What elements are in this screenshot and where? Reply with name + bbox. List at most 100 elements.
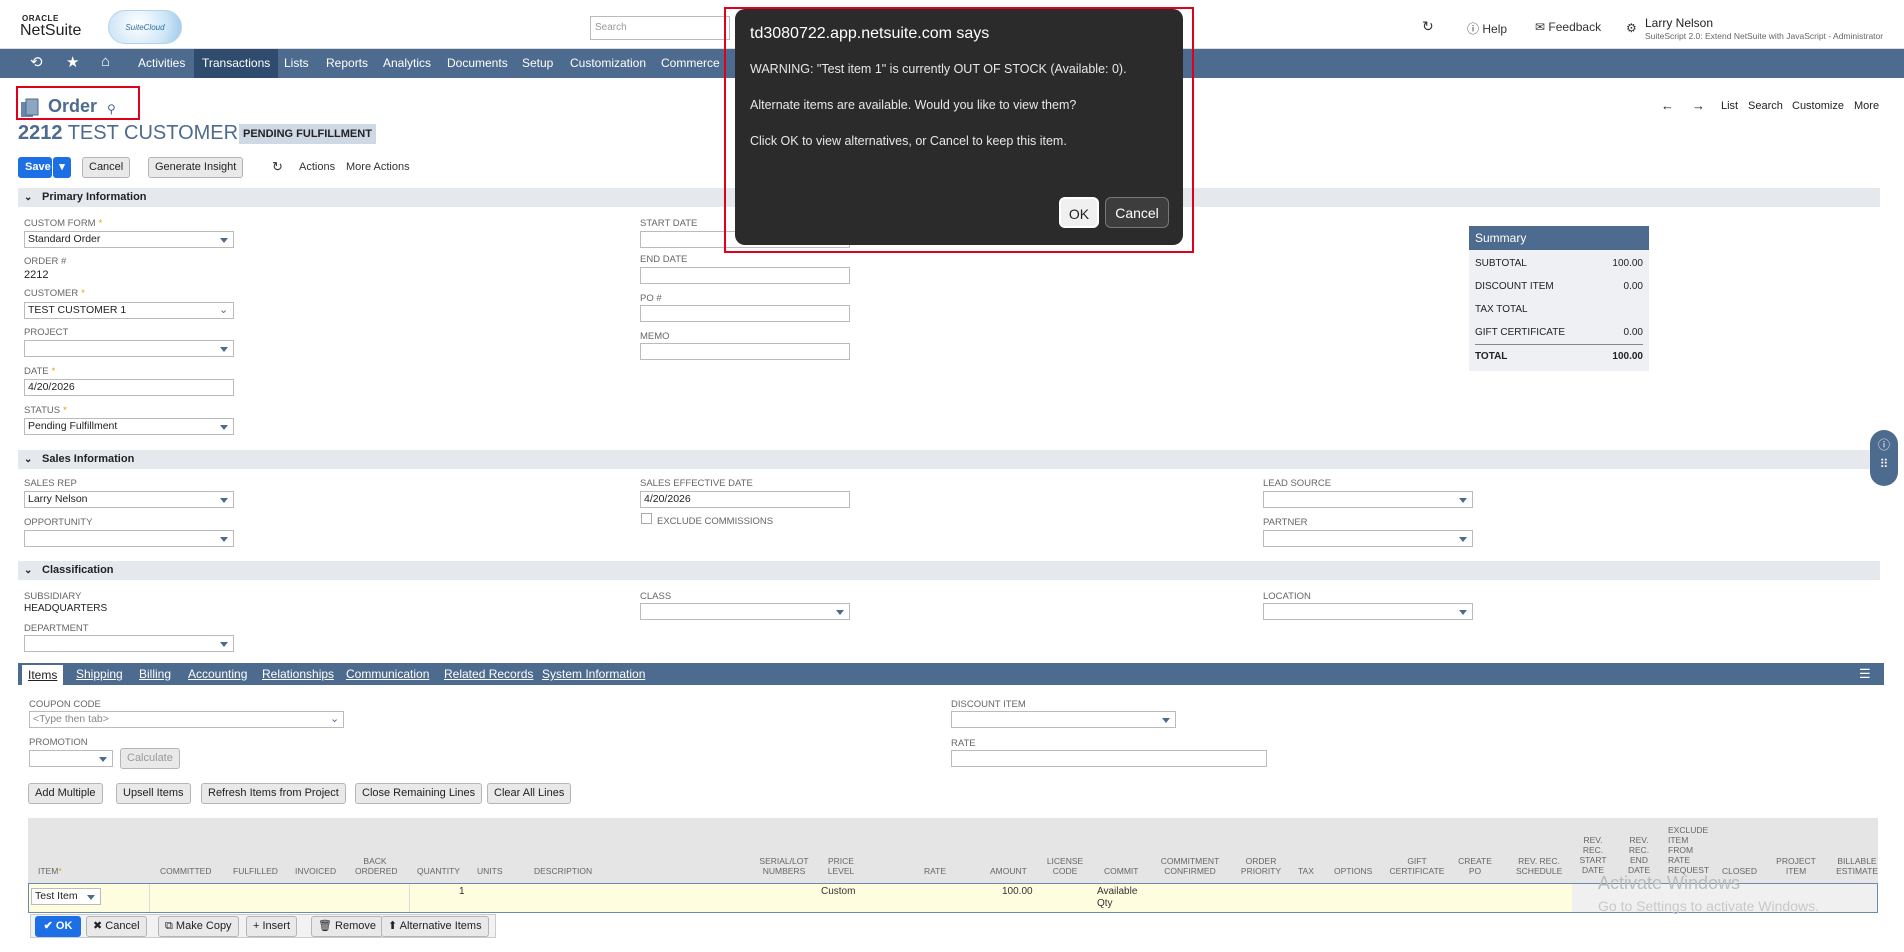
nav-setup[interactable]: Setup — [514, 49, 561, 78]
nav-commerce[interactable]: Commerce — [653, 49, 728, 78]
column-header: INVOICED — [295, 866, 337, 876]
section-classification[interactable]: ⌄ Classification — [18, 561, 1880, 580]
promotion-select[interactable] — [29, 750, 113, 767]
nav-documents[interactable]: Documents — [439, 49, 516, 78]
section-sales-information[interactable]: ⌄ Sales Information — [18, 450, 1880, 469]
help-link[interactable]: ⓘ Help — [1467, 20, 1507, 37]
discount-item-select[interactable] — [951, 711, 1176, 728]
alternative-items-button[interactable]: ⬆ Alternative Items — [381, 916, 489, 937]
tab-accounting[interactable]: Accounting — [188, 663, 247, 685]
user-name[interactable]: Larry Nelson — [1645, 16, 1713, 30]
tab-shipping[interactable]: Shipping — [76, 663, 123, 685]
order-number-label: ORDER # — [24, 256, 67, 267]
calculate-button[interactable]: Calculate — [120, 748, 180, 769]
recent-icon[interactable]: ⟲ — [30, 53, 43, 71]
column-header: BACK ORDERED — [355, 856, 398, 876]
end-date-input[interactable] — [640, 267, 850, 284]
summary-row: SUBTOTAL 100.00 — [1475, 258, 1643, 269]
netsuite-logo[interactable]: NetSuite — [20, 22, 81, 40]
global-search-input[interactable]: Search — [590, 16, 730, 40]
memo-input[interactable] — [640, 343, 850, 360]
po-label: PO # — [640, 293, 662, 304]
class-select[interactable] — [640, 603, 850, 620]
recent-records-icon[interactable]: ↻ — [1422, 18, 1434, 35]
feedback-link[interactable]: ✉ Feedback — [1535, 20, 1601, 34]
add-multiple-button[interactable]: Add Multiple — [28, 783, 103, 804]
department-select[interactable] — [24, 635, 234, 652]
date-input[interactable]: 4/20/2026 — [24, 379, 234, 396]
tab-layout-menu-icon[interactable]: ☰ — [1859, 666, 1871, 682]
home-icon[interactable]: ⌂ — [101, 53, 110, 70]
tab-system-information[interactable]: System Information — [542, 663, 645, 685]
tab-related-records[interactable]: Related Records — [444, 663, 533, 685]
nav-customization[interactable]: Customization — [562, 49, 654, 78]
project-select[interactable] — [24, 340, 234, 357]
custom-form-select[interactable]: Standard Order — [24, 231, 234, 248]
actions-menu[interactable]: Actions — [299, 161, 335, 173]
item-select[interactable]: Test Item — [31, 888, 101, 905]
previous-record-arrow-icon[interactable]: ← — [1661, 98, 1674, 113]
location-select[interactable] — [1263, 603, 1473, 620]
opportunity-select[interactable] — [24, 530, 234, 547]
dialog-cancel-button[interactable]: Cancel — [1105, 197, 1169, 228]
list-link[interactable]: List — [1721, 100, 1738, 112]
close-remaining-lines-button[interactable]: Close Remaining Lines — [355, 783, 483, 804]
status-select[interactable]: Pending Fulfillment — [24, 418, 234, 435]
customer-select[interactable]: TEST CUSTOMER 1 — [24, 302, 234, 319]
role-switch-icon[interactable]: ⚙ — [1626, 21, 1637, 35]
row-cancel-button[interactable]: ✖ Cancel — [86, 916, 147, 937]
coupon-code-input[interactable]: <Type then tab> — [29, 711, 344, 728]
title-search-icon[interactable]: ⚲ — [107, 102, 116, 116]
dialog-ok-button[interactable]: OK — [1059, 197, 1099, 228]
sales-rep-select[interactable]: Larry Nelson — [24, 491, 234, 508]
customer-double-chevron-icon[interactable]: ⌄ — [219, 303, 228, 316]
price-level-cell[interactable]: Custom — [821, 886, 855, 897]
save-button[interactable]: Save — [18, 157, 52, 178]
tab-billing[interactable]: Billing — [139, 663, 171, 685]
column-header: ORDER PRIORITY — [1240, 856, 1282, 876]
rate-label: RATE — [951, 738, 976, 749]
amount-cell[interactable]: 100.00 — [1002, 886, 1033, 897]
nav-activities[interactable]: Activities — [130, 49, 193, 78]
sales-effective-date-input[interactable]: 4/20/2026 — [640, 491, 850, 508]
po-input[interactable] — [640, 305, 850, 322]
favorites-star-icon[interactable]: ★ — [66, 53, 79, 71]
refresh-icon[interactable]: ↻ — [272, 159, 283, 175]
lead-source-select[interactable] — [1263, 491, 1473, 508]
activate-windows-watermark: Activate Windows — [1598, 873, 1741, 893]
nav-lists[interactable]: Lists — [276, 49, 317, 78]
row-ok-button[interactable]: ✔ OK — [35, 916, 81, 937]
rate-input[interactable] — [951, 750, 1267, 767]
column-header: EXCLUDE ITEM FROM RATE REQUEST — [1668, 825, 1710, 875]
status-badge: PENDING FULFILLMENT — [239, 124, 376, 144]
more-link[interactable]: More — [1854, 100, 1879, 112]
generate-insight-button[interactable]: Generate Insight — [148, 157, 244, 178]
upsell-items-button[interactable]: Upsell Items — [116, 783, 191, 804]
save-options-chevron-icon[interactable]: ▾ — [53, 157, 71, 178]
commit-cell[interactable]: Available Qty — [1097, 886, 1145, 910]
partner-select[interactable] — [1263, 530, 1473, 547]
nav-reports[interactable]: Reports — [318, 49, 376, 78]
refresh-items-button[interactable]: Refresh Items from Project — [201, 783, 346, 804]
coupon-double-chevron-icon[interactable]: ⌄ — [330, 712, 339, 725]
tab-relationships[interactable]: Relationships — [262, 663, 334, 685]
customize-link[interactable]: Customize — [1792, 100, 1844, 112]
project-label: PROJECT — [24, 327, 69, 338]
exclude-commissions-checkbox[interactable] — [641, 513, 652, 524]
quantity-cell[interactable]: 1 — [459, 886, 465, 897]
nav-analytics[interactable]: Analytics — [375, 49, 439, 78]
tab-items[interactable]: Items — [22, 665, 64, 685]
search-link[interactable]: Search — [1748, 100, 1783, 112]
next-record-arrow-icon[interactable]: → — [1692, 98, 1705, 113]
nav-transactions[interactable]: Transactions — [194, 49, 279, 78]
insert-button[interactable]: + Insert — [246, 916, 297, 937]
record-customer: TEST CUSTOMER 1 — [67, 122, 255, 144]
clear-all-lines-button[interactable]: Clear All Lines — [487, 783, 572, 804]
more-actions-menu[interactable]: More Actions — [346, 161, 410, 173]
side-help-widget[interactable]: ⓘ ⠿ — [1870, 430, 1898, 486]
tab-communication[interactable]: Communication — [346, 663, 429, 685]
column-header: TAX — [1298, 866, 1314, 876]
remove-button[interactable]: 🗑 Remove — [311, 916, 383, 937]
make-copy-button[interactable]: ⧉ Make Copy — [158, 916, 239, 937]
cancel-button[interactable]: Cancel — [82, 157, 131, 178]
